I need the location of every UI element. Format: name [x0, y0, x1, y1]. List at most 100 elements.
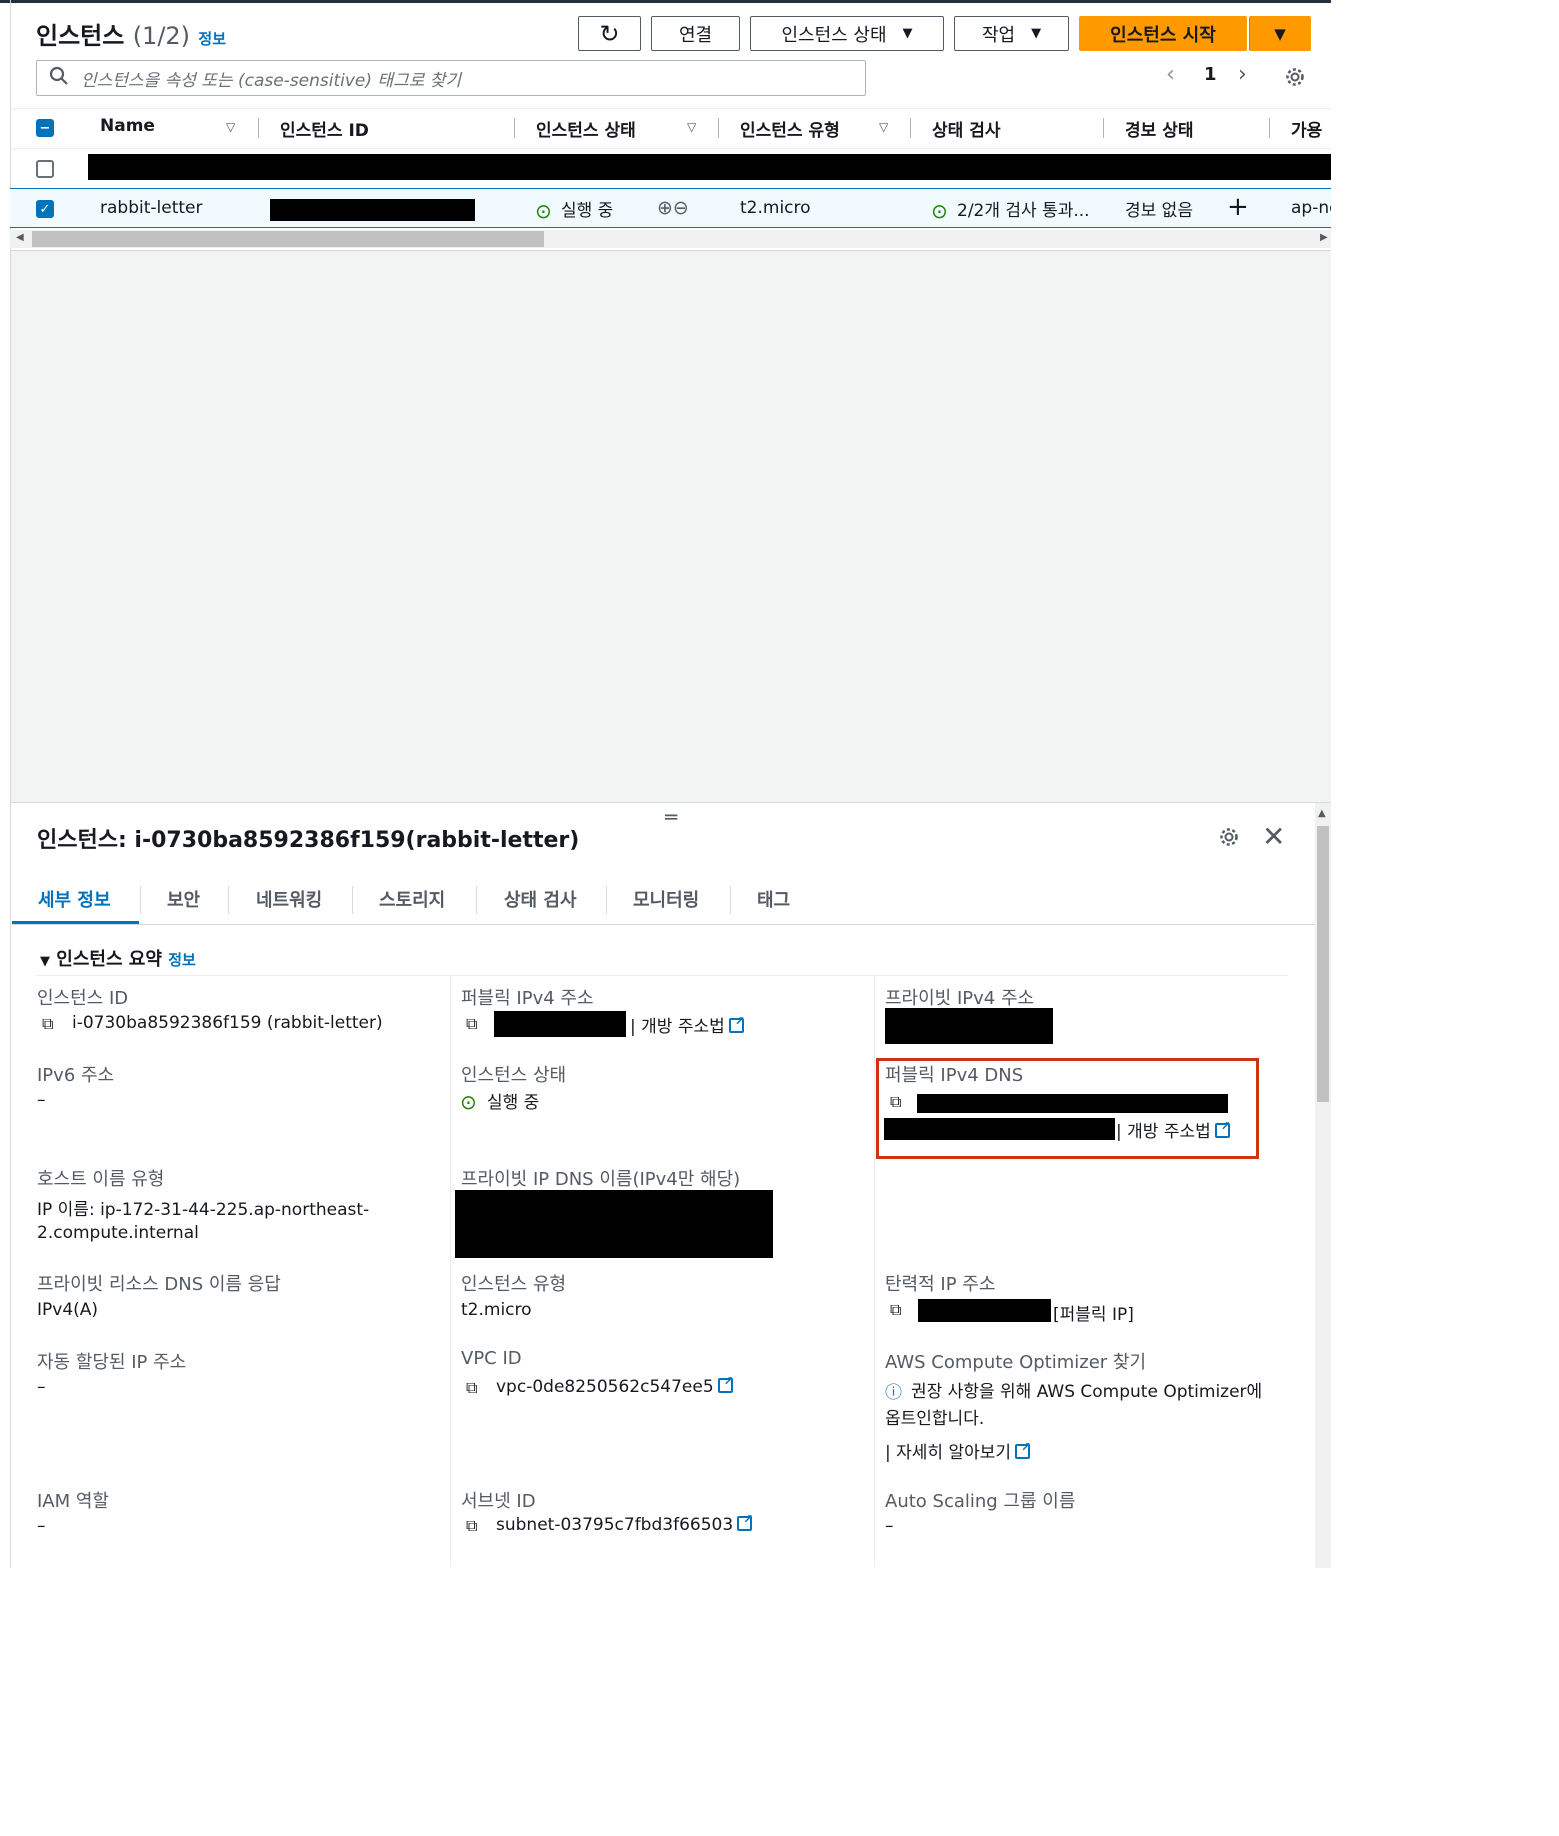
launch-instance-button[interactable]: 인스턴스 시작	[1079, 16, 1247, 51]
column-header-availability-zone[interactable]: 가용	[1291, 116, 1322, 141]
optimizer-link[interactable]: 권장 사항을 위해 AWS Compute Optimizer에	[911, 1377, 1262, 1402]
optimizer-link-cont[interactable]: 옵트인합니다.	[885, 1404, 984, 1429]
tab-monitoring[interactable]: 모니터링	[633, 886, 699, 912]
subnet-link[interactable]: subnet-03795c7fbd3f66503	[496, 1512, 753, 1535]
copy-icon[interactable]: ⧉	[466, 1014, 477, 1034]
auto-ip-value: –	[37, 1377, 46, 1397]
column-header-instance-type[interactable]: 인스턴스 유형	[740, 116, 840, 141]
connect-button[interactable]: 연결	[651, 16, 740, 51]
add-alarm-icon[interactable]: +	[1227, 192, 1249, 222]
column-header-status-check[interactable]: 상태 검사	[932, 116, 1000, 141]
optimizer-label: AWS Compute Optimizer 찾기	[885, 1352, 1147, 1373]
redacted-instance-id	[270, 199, 475, 221]
state-value: 실행 중	[487, 1093, 540, 1113]
top-bar	[0, 0, 1331, 3]
elastic-ip-suffix: [퍼블릭 IP]	[1053, 1305, 1134, 1325]
zoom-icons[interactable]: ⊕⊖	[657, 197, 689, 219]
tab-separator	[352, 886, 353, 914]
instance-id-value: i-0730ba8592386f159 (rabbit-letter)	[72, 1013, 383, 1033]
divider	[10, 108, 1331, 109]
tab-separator	[606, 886, 607, 914]
tab-security[interactable]: 보안	[167, 886, 200, 912]
sort-icon[interactable]: ▽	[226, 120, 235, 134]
iam-value: –	[37, 1516, 46, 1536]
external-link-icon	[717, 1374, 734, 1393]
scroll-left-icon[interactable]: ◀	[16, 232, 24, 243]
empty-area	[11, 250, 1331, 803]
column-separator[interactable]	[1269, 118, 1270, 138]
info-link[interactable]: 정보	[198, 30, 226, 48]
column-separator[interactable]	[718, 118, 719, 138]
instance-type-label: 인스턴스 유형	[461, 1274, 567, 1295]
check-circle-icon: ⊙	[460, 1090, 477, 1114]
section-info-link[interactable]: 정보	[168, 951, 196, 969]
tab-status-checks[interactable]: 상태 검사	[504, 886, 577, 912]
launch-dropdown-button[interactable]: ▼	[1249, 16, 1311, 51]
external-link-icon	[1015, 1440, 1031, 1459]
refresh-icon: ↻	[599, 19, 620, 48]
prev-page-icon[interactable]: ‹	[1166, 62, 1175, 87]
vpc-link[interactable]: vpc-0de8250562c547ee5	[496, 1374, 734, 1397]
refresh-button[interactable]: ↻	[578, 16, 641, 51]
column-header-name[interactable]: Name	[100, 116, 155, 136]
asg-label: Auto Scaling 그룹 이름	[885, 1491, 1076, 1512]
cell-alarm: 경보 없음	[1125, 201, 1193, 221]
scrollbar-thumb[interactable]	[1317, 826, 1329, 1102]
close-icon[interactable]: ✕	[1262, 820, 1285, 853]
next-page-icon[interactable]: ›	[1238, 62, 1247, 87]
scrollbar-thumb[interactable]	[32, 231, 544, 247]
search-input[interactable]: 인스턴스을 속성 또는 (case-sensitive) 태그로 찾기	[36, 60, 866, 96]
caret-down-icon: ▼	[902, 26, 913, 41]
page-number[interactable]: 1	[1204, 64, 1217, 85]
vpc-label: VPC ID	[461, 1348, 522, 1369]
copy-icon[interactable]: ⧉	[890, 1300, 901, 1320]
copy-icon[interactable]: ⧉	[466, 1378, 477, 1398]
panel-settings-gear-icon[interactable]	[1218, 826, 1240, 853]
scroll-up-icon[interactable]: ▲	[1318, 808, 1326, 819]
settings-gear-icon[interactable]	[1284, 66, 1306, 93]
panel-title: 인스턴스: i-0730ba8592386f159(rabbit-letter)	[37, 828, 580, 853]
scroll-right-icon[interactable]: ▶	[1320, 232, 1328, 243]
host-type-label: 호스트 이름 유형	[37, 1169, 165, 1190]
tab-details[interactable]: 세부 정보	[38, 886, 111, 912]
copy-icon[interactable]: ⧉	[890, 1092, 901, 1112]
tab-networking[interactable]: 네트워킹	[256, 886, 322, 912]
column-header-alarm-status[interactable]: 경보 상태	[1125, 116, 1193, 141]
redacted-public-dns-cont	[884, 1118, 1115, 1140]
instance-state-button[interactable]: 인스턴스 상태 ▼	[750, 16, 944, 51]
state-label: 인스턴스 상태	[461, 1065, 567, 1086]
select-all-checkbox[interactable]: −	[36, 119, 54, 137]
public-ipv4-label: 퍼블릭 IPv4 주소	[461, 988, 594, 1009]
column-separator[interactable]	[910, 118, 911, 138]
host-type-value: IP 이름: ip-172-31-44-225.ap-northeast-	[37, 1200, 370, 1220]
tab-tags[interactable]: 태그	[757, 886, 790, 912]
column-separator[interactable]	[1103, 118, 1104, 138]
external-link-icon	[737, 1512, 753, 1531]
column-separator[interactable]	[258, 118, 259, 138]
learn-more-link[interactable]: | 자세히 알아보기	[885, 1438, 1031, 1463]
column-header-instance-id[interactable]: 인스턴스 ID	[280, 116, 369, 141]
column-header-instance-state[interactable]: 인스턴스 상태	[536, 116, 636, 141]
redacted-elastic-ip	[918, 1299, 1051, 1322]
filter-icon[interactable]: ▽	[879, 120, 888, 134]
tab-separator	[140, 886, 141, 914]
private-ipv4-label: 프라이빗 IPv4 주소	[885, 988, 1035, 1009]
section-title[interactable]: ▼ 인스턴스 요약 정보	[40, 945, 196, 971]
open-address-link[interactable]: | 개방 주소법	[630, 1012, 745, 1037]
tab-storage[interactable]: 스토리지	[379, 886, 445, 912]
asg-value: –	[885, 1516, 894, 1536]
row-checkbox[interactable]: ✓	[36, 200, 54, 218]
cell-status-check[interactable]: 2/2개 검사 통과...	[957, 196, 1090, 221]
copy-icon[interactable]: ⧉	[42, 1014, 53, 1034]
subnet-label: 서브넷 ID	[461, 1491, 536, 1512]
filter-icon[interactable]: ▽	[687, 120, 696, 134]
resize-handle-icon[interactable]: ═	[665, 805, 677, 829]
column-separator[interactable]	[514, 118, 515, 138]
check-circle-icon: ⊙	[931, 199, 948, 223]
open-address-link[interactable]: | 개방 주소법	[1116, 1117, 1231, 1142]
actions-button[interactable]: 작업 ▼	[954, 16, 1069, 51]
row-checkbox[interactable]	[36, 160, 54, 178]
redacted-row	[88, 154, 1331, 180]
resource-dns-value: IPv4(A)	[37, 1300, 99, 1320]
copy-icon[interactable]: ⧉	[466, 1516, 477, 1536]
